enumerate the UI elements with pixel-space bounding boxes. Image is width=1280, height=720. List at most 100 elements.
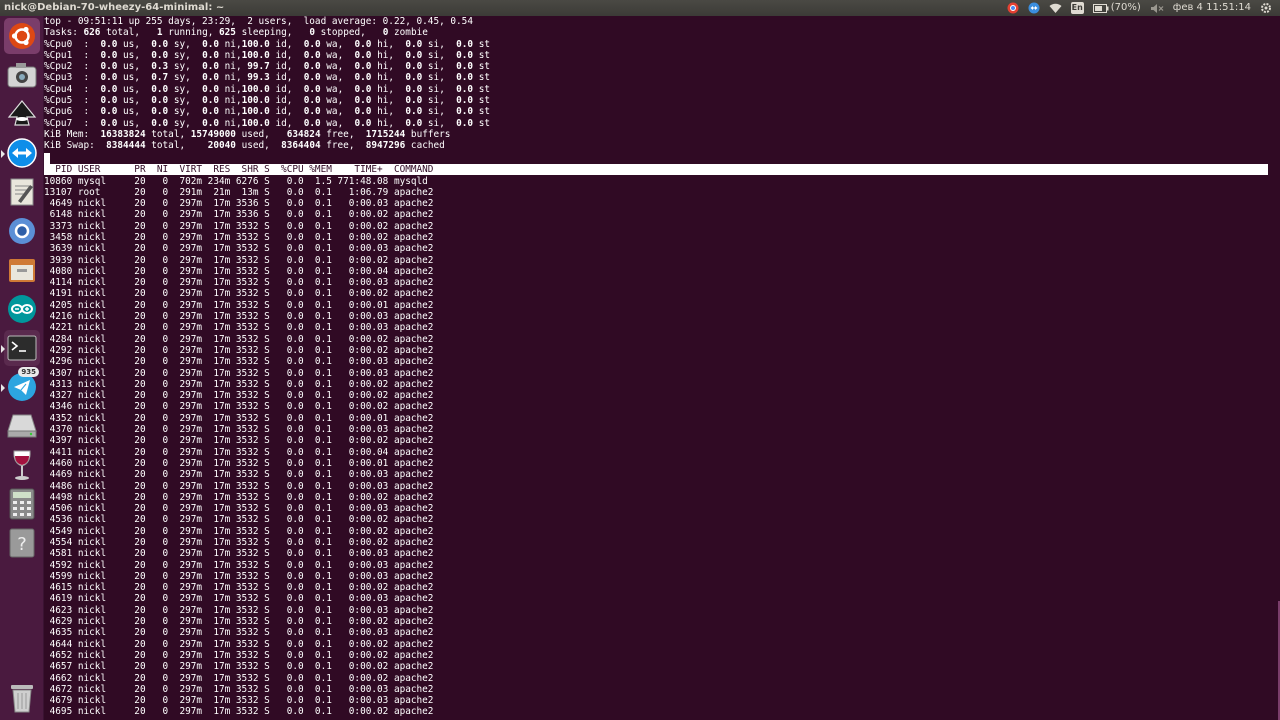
process-row: 4679 nickl 20 0 297m 17m 3532 S 0.0 0.1 … [44,695,434,707]
process-row: 4615 nickl 20 0 297m 17m 3532 S 0.0 0.1 … [44,582,434,594]
launcher-telegram[interactable]: 935 [1,367,40,405]
wifi-icon[interactable] [1049,0,1062,16]
summary-line: KiB Mem: 16383824 total, 15749000 used, … [44,128,451,140]
launcher-chromium[interactable] [4,213,40,249]
help-icon: ? [9,528,35,558]
summary-line: top - 09:51:11 up 255 days, 23:29, 2 use… [44,16,473,27]
launcher-calculator[interactable] [4,486,40,522]
process-row: 4592 nickl 20 0 297m 17m 3532 S 0.0 0.1 … [44,559,434,571]
process-row: 4346 nickl 20 0 297m 17m 3532 S 0.0 0.1 … [44,401,434,413]
process-row: 3939 nickl 20 0 297m 17m 3532 S 0.0 0.1 … [44,254,434,266]
inkscape-icon [7,100,37,126]
launcher-teamviewer[interactable] [1,135,40,171]
process-row: 4469 nickl 20 0 297m 17m 3532 S 0.0 0.1 … [44,469,434,481]
summary-line: %Cpu0 : 0.0 us, 0.0 sy, 0.0 ni,100.0 id,… [44,38,491,50]
wine-icon [13,450,31,480]
process-row: 4352 nickl 20 0 297m 17m 3532 S 0.0 0.1 … [44,412,434,424]
process-row: 4460 nickl 20 0 297m 17m 3532 S 0.0 0.1 … [44,457,434,469]
launcher-help[interactable]: ? [4,525,40,561]
file-manager-icon [9,259,35,282]
chrome-indicator-icon[interactable] [1007,0,1019,16]
process-row: 4657 nickl 20 0 297m 17m 3532 S 0.0 0.1 … [44,661,434,673]
screenshot-camera-icon [7,63,37,88]
process-row: 4652 nickl 20 0 297m 17m 3532 S 0.0 0.1 … [44,649,434,661]
battery-icon [1092,3,1109,13]
process-row: 4221 nickl 20 0 297m 17m 3532 S 0.0 0.1 … [44,322,434,334]
process-row: 4292 nickl 20 0 297m 17m 3532 S 0.0 0.1 … [44,344,434,356]
ubuntu-dash-icon [9,23,35,49]
process-row: 4191 nickl 20 0 297m 17m 3532 S 0.0 0.1 … [44,288,434,300]
process-row: 4549 nickl 20 0 297m 17m 3532 S 0.0 0.1 … [44,525,434,537]
calculator-icon [9,488,35,520]
top-panel: nick@Debian-70-wheezy-64-minimal: ~ En (… [0,0,1280,16]
volume-muted-icon[interactable] [1150,0,1164,16]
text-editor-icon [10,178,34,206]
launcher-file-manager[interactable] [4,252,40,288]
process-row: 4536 nickl 20 0 297m 17m 3532 S 0.0 0.1 … [44,514,434,526]
svg-text:?: ? [17,534,27,555]
process-row: 4644 nickl 20 0 297m 17m 3532 S 0.0 0.1 … [44,638,434,650]
process-row: 4629 nickl 20 0 297m 17m 3532 S 0.0 0.1 … [44,616,434,628]
terminal-window[interactable]: top - 09:51:11 up 255 days, 23:29, 2 use… [44,16,1280,720]
launcher-arduino[interactable] [4,291,40,327]
power-gear-icon[interactable] [1260,0,1272,16]
process-row: 4080 nickl 20 0 297m 17m 3532 S 0.0 0.1 … [44,265,434,277]
battery-indicator[interactable]: (70%) [1092,0,1141,16]
indicator-area: En (70%) фев 4 11:51:14 [1007,0,1272,16]
process-row: 4397 nickl 20 0 297m 17m 3532 S 0.0 0.1 … [44,435,434,447]
launcher-wine[interactable] [4,447,40,483]
process-row: 4635 nickl 20 0 297m 17m 3532 S 0.0 0.1 … [44,627,434,639]
launcher-text-editor[interactable] [4,174,40,210]
summary-line: %Cpu2 : 0.0 us, 0.3 sy, 0.0 ni, 99.7 id,… [44,61,491,73]
process-row: 4370 nickl 20 0 297m 17m 3532 S 0.0 0.1 … [44,424,434,436]
process-row: 4216 nickl 20 0 297m 17m 3532 S 0.0 0.1 … [44,311,434,323]
process-row: 4205 nickl 20 0 297m 17m 3532 S 0.0 0.1 … [44,299,434,311]
process-row: 4649 nickl 20 0 297m 17m 3536 S 0.0 0.1 … [44,198,434,210]
process-row: 4114 nickl 20 0 297m 17m 3532 S 0.0 0.1 … [44,277,434,289]
window-title: nick@Debian-70-wheezy-64-minimal: ~ [4,2,225,13]
process-row: 4662 nickl 20 0 297m 17m 3532 S 0.0 0.1 … [44,672,434,684]
process-row: 4599 nickl 20 0 297m 17m 3532 S 0.0 0.1 … [44,570,434,582]
process-row: 4411 nickl 20 0 297m 17m 3532 S 0.0 0.1 … [44,446,434,458]
process-row: 13107 root 20 0 291m 21m 13m S 0.0 0.1 1… [44,186,434,198]
telegram-unread-badge: 935 [18,367,39,377]
summary-line: %Cpu7 : 0.0 us, 0.0 sy, 0.0 ni,100.0 id,… [44,117,491,129]
launcher-trash[interactable] [4,680,40,716]
terminal-icon [7,335,37,361]
process-row: 4498 nickl 20 0 297m 17m 3532 S 0.0 0.1 … [44,491,434,503]
process-row: 4581 nickl 20 0 297m 17m 3532 S 0.0 0.1 … [44,548,434,560]
process-row: 4313 nickl 20 0 297m 17m 3532 S 0.0 0.1 … [44,378,434,390]
process-row: 6148 nickl 20 0 297m 17m 3536 S 0.0 0.1 … [44,209,434,221]
summary-line: Tasks: 626 total, 1 running, 625 sleepin… [44,27,428,39]
keyboard-layout-icon[interactable]: En [1070,0,1084,16]
launcher-inkscape[interactable] [4,96,40,132]
process-row: 4554 nickl 20 0 297m 17m 3532 S 0.0 0.1 … [44,537,434,548]
launcher: 935 ? [0,16,44,720]
summary-line: %Cpu4 : 0.0 us, 0.0 sy, 0.0 ni,100.0 id,… [44,83,491,95]
top-summary: top - 09:51:11 up 255 days, 23:29, 2 use… [44,16,490,152]
process-row: 4623 nickl 20 0 297m 17m 3532 S 0.0 0.1 … [44,604,434,616]
process-table: 10860 mysql 20 0 702m 234m 6276 S 0.0 1.… [44,176,433,718]
process-row: 4672 nickl 20 0 297m 17m 3532 S 0.0 0.1 … [44,683,434,695]
process-row: 4327 nickl 20 0 297m 17m 3532 S 0.0 0.1 … [44,390,434,402]
summary-line: %Cpu5 : 0.0 us, 0.0 sy, 0.0 ni,100.0 id,… [44,95,491,107]
launcher-dash[interactable] [4,18,40,54]
clock[interactable]: фев 4 11:51:14 [1173,0,1251,16]
summary-line: %Cpu3 : 0.0 us, 0.7 sy, 0.0 ni, 99.3 id,… [44,72,491,84]
launcher-drive[interactable] [4,408,40,444]
process-row: 4486 nickl 20 0 297m 17m 3532 S 0.0 0.1 … [44,480,434,492]
process-row: 4307 nickl 20 0 297m 17m 3532 S 0.0 0.1 … [44,367,434,379]
teamviewer-indicator-icon[interactable] [1028,0,1040,16]
process-row: 10860 mysql 20 0 702m 234m 6276 S 0.0 1.… [44,175,428,187]
launcher-terminal[interactable] [1,330,40,366]
process-row: 4296 nickl 20 0 297m 17m 3532 S 0.0 0.1 … [44,356,434,368]
launcher-screenshot[interactable] [4,57,40,93]
process-table-header: PID USER PR NI VIRT RES SHR S %CPU %MEM … [44,164,1268,176]
battery-percent: (70%) [1110,2,1141,13]
process-row: 4284 nickl 20 0 297m 17m 3532 S 0.0 0.1 … [44,333,434,345]
teamviewer-icon [7,138,37,168]
process-row: 4506 nickl 20 0 297m 17m 3532 S 0.0 0.1 … [44,503,434,515]
summary-line: %Cpu6 : 0.0 us, 0.0 sy, 0.0 ni,100.0 id,… [44,106,491,118]
process-row: 4695 nickl 20 0 297m 17m 3532 S 0.0 0.1 … [44,706,434,718]
chromium-icon [9,218,35,244]
